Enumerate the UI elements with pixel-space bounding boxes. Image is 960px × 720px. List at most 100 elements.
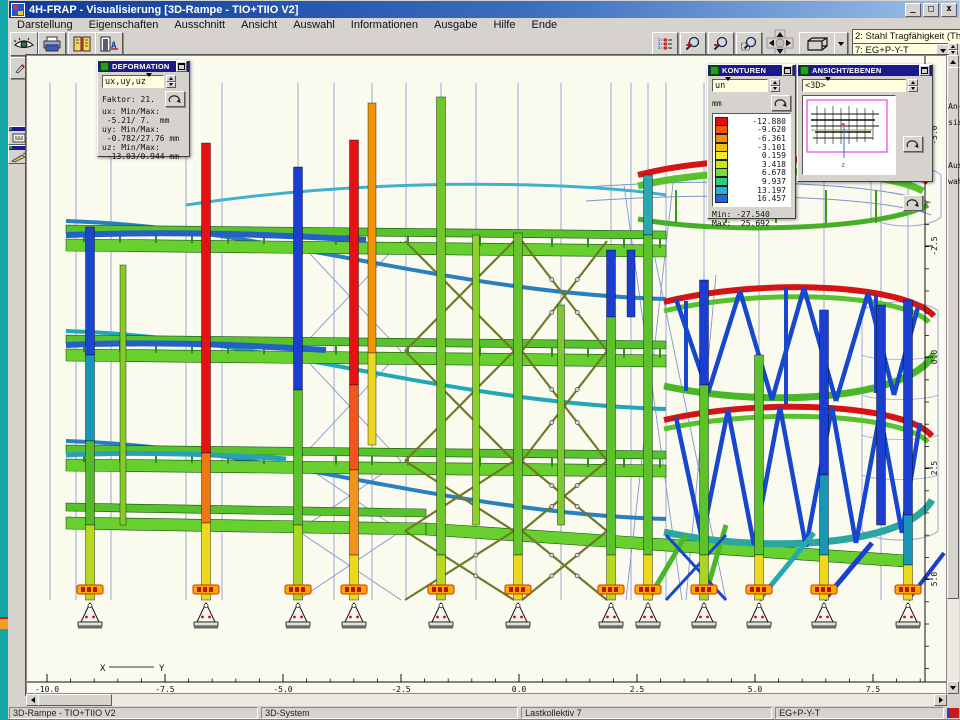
deformation-panel-titlebar[interactable]: DEFORMATION <box>98 61 189 72</box>
loadcase-combo-value: 2: Stahl Tragfähigkeit (Th. 2. O <box>855 31 960 42</box>
menu-item-hilfe[interactable]: Hilfe <box>485 19 523 31</box>
unit-label: mm <box>712 99 722 108</box>
menu-item-informationen[interactable]: Informationen <box>343 19 426 31</box>
scroll-down-button[interactable] <box>947 681 959 694</box>
result-label: ux: Min/Max: <box>102 107 185 116</box>
konturen-panel: KONTUREN un mm -12.880-9.620-6.361-3.101… <box>707 64 796 219</box>
exit-button[interactable]: A <box>95 32 123 56</box>
menu-item-ausgabe[interactable]: Ausgabe <box>426 19 485 31</box>
catalog-button[interactable] <box>68 32 96 56</box>
auswahl-apply-button[interactable] <box>903 195 923 211</box>
view-cube-dropdown[interactable] <box>834 32 848 56</box>
close-button[interactable]: x <box>941 3 957 17</box>
svg-text:0.0: 0.0 <box>930 350 939 365</box>
pan-control[interactable] <box>766 29 794 57</box>
menu-item-ende[interactable]: Ende <box>523 19 565 31</box>
app-icon <box>11 3 25 17</box>
vertical-scroll-thumb[interactable] <box>947 67 959 599</box>
minimize-button[interactable]: _ <box>905 3 921 17</box>
menu-item-eigenschaften[interactable]: Eigenschaften <box>81 19 167 31</box>
svg-text:5.0: 5.0 <box>930 572 939 587</box>
horizontal-scroll-thumb[interactable] <box>38 694 112 706</box>
svg-text:-2.5: -2.5 <box>391 685 410 694</box>
legend-min: Min: -27.540 <box>712 210 791 219</box>
svg-text:-2.5: -2.5 <box>930 236 939 255</box>
book-icon <box>72 36 92 52</box>
view-combo[interactable]: <3D> <box>802 79 906 92</box>
zoom-in-button[interactable] <box>680 32 706 56</box>
legend-row: 6.678 <box>715 169 788 178</box>
konturen-quantity-combo[interactable]: un <box>712 79 768 92</box>
eye-icon <box>14 37 34 51</box>
view-thumbnail[interactable]: z <box>802 95 896 175</box>
ansicht-apply-button[interactable] <box>903 136 923 152</box>
print-button[interactable] <box>38 32 66 56</box>
svg-text:-5.0: -5.0 <box>273 685 292 694</box>
apply-konturen-button[interactable] <box>771 95 791 111</box>
ansicht-panel: ANSICHT/EBENEN <3D> <box>797 64 933 182</box>
titlebar[interactable]: 4H-FRAP - Visualisierung [3D-Rampe - TIO… <box>9 1 959 18</box>
legend-row: 13.197 <box>715 186 788 195</box>
view-cube-button[interactable] <box>799 32 835 56</box>
collapse-button[interactable] <box>919 65 930 76</box>
zoom-window-icon <box>740 36 758 52</box>
svg-text:Y: Y <box>159 664 165 674</box>
deformation-spinner[interactable] <box>166 75 176 88</box>
z-axis-label: z <box>841 161 845 169</box>
menu-item-ansicht[interactable]: Ansicht <box>233 19 285 31</box>
svg-text:X: X <box>100 664 106 674</box>
legend-value: 16.457 <box>731 194 788 203</box>
cube-icon <box>804 36 830 53</box>
zoom-window-button[interactable] <box>736 32 762 56</box>
legend-row: -6.361 <box>715 134 788 143</box>
display-properties-button[interactable] <box>652 32 678 56</box>
legend-row: 3.418 <box>715 160 788 169</box>
svg-text:7.5: 7.5 <box>866 685 881 694</box>
result-value: -0.782/27.76 mm <box>102 134 185 143</box>
panel-icon <box>800 66 809 75</box>
svg-text:2.5: 2.5 <box>630 685 645 694</box>
panel-icon <box>100 62 109 71</box>
status-bar: 3D-Rampe - TIO+TIIO V23D-SystemLastkolle… <box>9 707 959 719</box>
ansicht-panel-titlebar[interactable]: ANSICHT/EBENEN <box>798 65 932 76</box>
redo-arrow-icon <box>774 98 788 108</box>
factor-label: Faktor: 21. <box>102 95 155 104</box>
maximize-button[interactable]: □ <box>923 3 939 17</box>
collapse-button[interactable] <box>176 61 187 72</box>
legend-swatch <box>715 194 728 203</box>
zoom-out-icon <box>712 36 730 52</box>
menu-item-ausschnitt[interactable]: Ausschnitt <box>166 19 233 31</box>
svg-text:5.0: 5.0 <box>748 685 763 694</box>
apply-deformation-button[interactable] <box>165 91 185 107</box>
horizontal-scrollbar[interactable] <box>26 694 947 706</box>
collapse-button[interactable] <box>782 65 793 76</box>
deformation-panel: DEFORMATION ux,uy,uz Faktor: 21. ux: Min… <box>97 60 190 157</box>
legend-row: -12.880 <box>715 117 788 126</box>
printer-icon <box>42 36 62 52</box>
view-spinner[interactable] <box>908 79 918 92</box>
konturen-spinner[interactable] <box>770 79 780 92</box>
vertical-scrollbar[interactable] <box>947 55 959 694</box>
menu-item-auswahl[interactable]: Auswahl <box>285 19 343 31</box>
deformation-component-combo[interactable]: ux,uy,uz <box>102 75 164 88</box>
svg-text:-7.5: -7.5 <box>155 685 174 694</box>
result-label: uz: Min/Max: <box>102 143 185 152</box>
konturen-panel-titlebar[interactable]: KONTUREN <box>708 65 795 76</box>
scroll-right-button[interactable] <box>934 694 947 706</box>
status-cell-3: EG+P-Y-T <box>775 707 944 719</box>
status-indicator-icon <box>947 708 959 718</box>
legend-row: 9.937 <box>715 177 788 186</box>
loadcase-combo[interactable]: 2: Stahl Tragfähigkeit (Th. 2. O <box>852 29 960 44</box>
zoom-out-button[interactable] <box>708 32 734 56</box>
contour-legend: -12.880-9.620-6.361-3.1010.1593.4186.678… <box>712 113 791 207</box>
property-tree-icon <box>656 36 674 52</box>
view-eye-button[interactable] <box>10 32 38 56</box>
status-cell-1: 3D-System <box>261 707 518 719</box>
redo-arrow-icon <box>168 94 182 104</box>
pan-arrows-icon <box>766 29 794 57</box>
background-window-fragment <box>0 617 8 629</box>
legend-row: 0.159 <box>715 151 788 160</box>
menu-item-darstellung[interactable]: Darstellung <box>9 19 81 31</box>
legend-row: 16.457 <box>715 194 788 203</box>
result-value: -5.21/ 7. mm <box>102 116 185 125</box>
